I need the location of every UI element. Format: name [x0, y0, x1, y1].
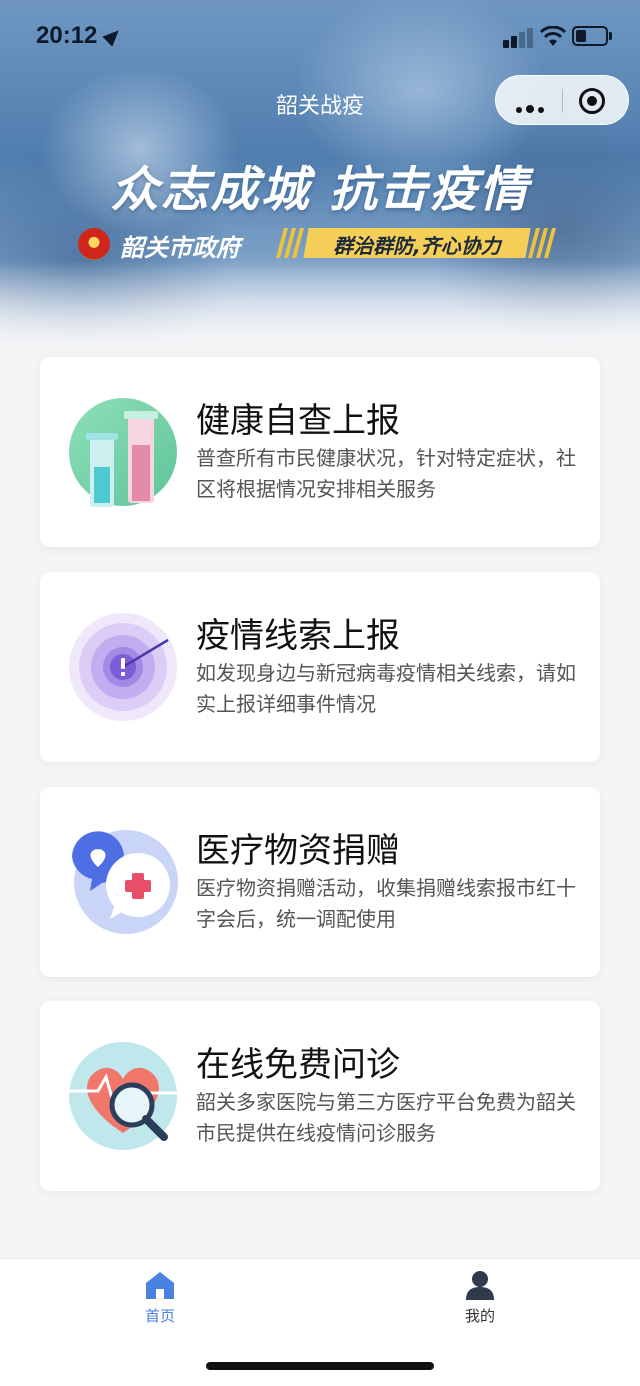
- card-health-self-check[interactable]: 健康自查上报 普查所有市民健康状况，针对特定症状，社区将根据情况安排相关服务: [40, 357, 600, 547]
- slogan-stripes-right: [527, 228, 560, 258]
- more-icon[interactable]: [516, 98, 548, 117]
- cellular-signal-icon: [503, 28, 537, 48]
- status-bar: 20:12: [0, 0, 640, 80]
- test-tubes-icon: [69, 398, 177, 507]
- user-icon: [466, 1271, 494, 1300]
- status-time: 20:12: [36, 22, 98, 49]
- wifi-icon: [540, 26, 566, 46]
- card-online-consultation[interactable]: 在线免费问诊 韶关多家医院与第三方医疗平台免费为韶关市民提供在线疫情问诊服务: [40, 1001, 600, 1191]
- mini-program-capsule[interactable]: [495, 75, 629, 125]
- location-arrow-icon: [102, 25, 124, 47]
- card-title: 在线免费问诊: [196, 1045, 400, 1085]
- tab-mine-label: 我的: [464, 1307, 495, 1325]
- card-epidemic-clue-report[interactable]: 疫情线索上报 如发现身边与新冠病毒疫情相关线索，请如实上报详细事件情况: [40, 572, 600, 762]
- government-name: 韶关市政府: [120, 234, 240, 262]
- header-banner: 20:12 韶关战疫 众志成城 抗击疫情 韶关市政府 群治群防,齐心协力: [0, 0, 640, 350]
- donation-chat-icon: [72, 830, 178, 934]
- heart-magnifier-icon: [68, 1042, 178, 1150]
- card-description: 普查所有市民健康状况，针对特定症状，社区将根据情况安排相关服务: [196, 446, 576, 501]
- card-title: 健康自查上报: [196, 401, 400, 441]
- slogan-text: 群治群防,齐心协力: [333, 234, 501, 258]
- card-description: 医疗物资捐赠活动，收集捐赠线索报市红十字会后，统一调配使用: [196, 876, 576, 931]
- national-emblem-icon: [78, 228, 110, 260]
- alert-radar-icon: [69, 613, 177, 721]
- card-title: 医疗物资捐赠: [196, 831, 400, 871]
- tab-home-label: 首页: [144, 1307, 175, 1325]
- home-indicator: [206, 1362, 434, 1370]
- tab-home[interactable]: 首页: [100, 1259, 220, 1329]
- close-circle-icon[interactable]: [579, 88, 605, 114]
- tab-mine[interactable]: 我的: [420, 1259, 540, 1329]
- card-title: 疫情线索上报: [196, 616, 400, 656]
- slogan-stripes-left: [275, 228, 306, 258]
- card-description: 如发现身边与新冠病毒疫情相关线索，请如实上报详细事件情况: [196, 661, 576, 716]
- card-medical-donation[interactable]: 医疗物资捐赠 医疗物资捐赠活动，收集捐赠线索报市红十字会后，统一调配使用: [40, 787, 600, 977]
- banner-headline: 众志成城 抗击疫情: [110, 162, 530, 218]
- battery-cap: [609, 32, 612, 40]
- banner-fade: [0, 260, 640, 350]
- capsule-divider: [562, 89, 563, 113]
- battery-icon: [572, 26, 608, 46]
- card-description: 韶关多家医院与第三方医疗平台免费为韶关市民提供在线疫情问诊服务: [196, 1090, 576, 1145]
- home-icon: [146, 1272, 174, 1299]
